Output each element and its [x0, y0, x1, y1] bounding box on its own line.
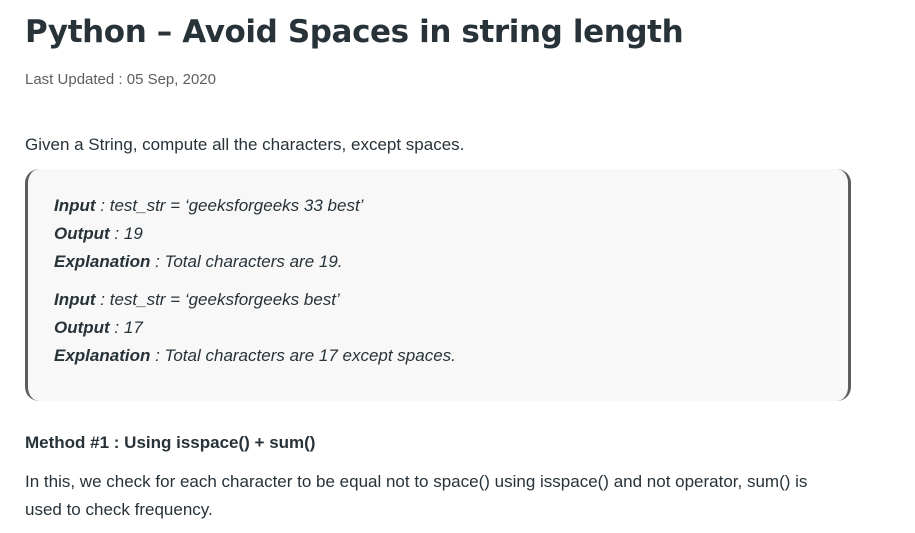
- example-1-output: Output : 19: [54, 224, 143, 244]
- output-label: Output: [54, 318, 110, 337]
- method-heading: Method #1 : Using isspace() + sum(): [25, 433, 316, 452]
- problem-statement: Given a String, compute all the characte…: [25, 135, 465, 154]
- page-title: Python – Avoid Spaces in string length: [25, 14, 684, 50]
- example-2-input: Input : test_str = ‘geeksforgeeks best’: [54, 290, 340, 310]
- output-value: : 17: [109, 318, 143, 337]
- explanation-value: : Total characters are 17 except spaces.: [150, 346, 456, 365]
- method-description: In this, we check for each character to …: [25, 472, 808, 519]
- last-updated-date: Last Updated : 05 Sep, 2020: [25, 71, 216, 88]
- example-2-output: Output : 17: [54, 318, 143, 338]
- explanation-label: Explanation: [54, 252, 151, 271]
- explanation-value: : Total characters are 19.: [150, 252, 343, 271]
- input-value: : test_str = ‘geeksforgeeks best’: [95, 290, 340, 309]
- output-label: Output: [54, 224, 110, 243]
- input-value: : test_str = ‘geeksforgeeks 33 best’: [95, 196, 364, 215]
- explanation-label: Explanation: [54, 346, 151, 365]
- example-1-input: Input : test_str = ‘geeksforgeeks 33 bes…: [54, 196, 363, 216]
- output-value: : 19: [109, 224, 143, 243]
- input-label: Input: [54, 290, 96, 309]
- example-1-explanation: Explanation : Total characters are 19.: [54, 252, 343, 272]
- example-2-explanation: Explanation : Total characters are 17 ex…: [54, 346, 456, 366]
- input-label: Input: [54, 196, 96, 215]
- example-block: Input : test_str = ‘geeksforgeeks 33 bes…: [25, 169, 851, 401]
